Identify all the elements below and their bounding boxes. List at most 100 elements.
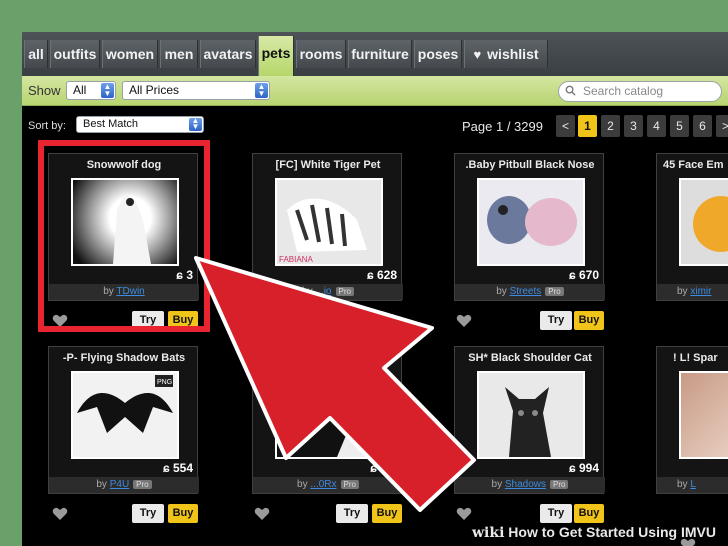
tab-label: men bbox=[164, 46, 194, 62]
tab-avatars[interactable]: avatars bbox=[200, 40, 256, 68]
search-icon bbox=[565, 85, 576, 96]
creator-link[interactable]: ximir bbox=[690, 286, 711, 297]
product-card[interactable]: [FC] White Tiger Pet FABIANA ɕ 628 by ..… bbox=[252, 153, 403, 301]
sort-label: Sort by: bbox=[28, 120, 66, 132]
search-placeholder: Search catalog bbox=[583, 84, 664, 98]
black-cat-image bbox=[505, 387, 551, 457]
tab-label: women bbox=[105, 46, 155, 62]
product-price: ɕ 554 bbox=[163, 461, 193, 475]
price-value: 1,3 bbox=[380, 461, 397, 475]
buy-button[interactable]: Buy bbox=[168, 504, 198, 523]
tab-wishlist[interactable]: ♥ wishlist bbox=[464, 40, 548, 68]
product-thumbnail[interactable] bbox=[477, 178, 585, 266]
page-button-3[interactable]: 3 bbox=[624, 115, 643, 137]
tab-label: pets bbox=[261, 45, 291, 61]
by-label: by bbox=[677, 286, 688, 297]
pitbull-image bbox=[487, 196, 577, 246]
sort-select[interactable]: Best Match ▲ ▼ bbox=[76, 116, 204, 133]
price-value: 628 bbox=[376, 268, 397, 282]
sort-select-value: Best Match bbox=[83, 118, 139, 130]
select-arrows-icon: ▲ ▼ bbox=[255, 83, 268, 98]
by-label: by bbox=[96, 479, 107, 490]
creator-bar: by P4U Pro bbox=[49, 477, 199, 493]
tab-poses[interactable]: poses bbox=[414, 40, 462, 68]
tab-women[interactable]: women bbox=[102, 40, 158, 68]
product-title: ! L! Spar bbox=[673, 352, 718, 364]
page-number: 2 bbox=[607, 119, 614, 133]
next-page-button[interactable]: > bbox=[716, 115, 728, 137]
select-arrows-icon: ▲ ▼ bbox=[101, 83, 114, 98]
tab-label: furniture bbox=[351, 46, 409, 62]
product-title: [FC] White Tiger Pet bbox=[275, 159, 381, 171]
wishlist-heart-icon[interactable] bbox=[456, 507, 472, 521]
try-button[interactable]: Try bbox=[540, 311, 572, 330]
page-number: 6 bbox=[699, 119, 706, 133]
tab-label: rooms bbox=[299, 46, 343, 62]
creator-link[interactable]: P4U bbox=[110, 479, 129, 490]
page-number: 4 bbox=[653, 119, 660, 133]
page-button-4[interactable]: 4 bbox=[647, 115, 666, 137]
product-card[interactable]: 45 Face Em by ximir bbox=[656, 153, 728, 301]
creator-bar: by ...0Rx Pro bbox=[253, 477, 403, 493]
tab-all[interactable]: all bbox=[24, 40, 48, 68]
product-card[interactable]: ɕ 1,3 by ...0Rx Pro bbox=[252, 346, 403, 494]
buy-button[interactable]: Buy bbox=[574, 504, 604, 523]
product-price: ɕ 670 bbox=[569, 268, 599, 282]
product-thumbnail[interactable] bbox=[477, 371, 585, 459]
show-select[interactable]: All ▲ ▼ bbox=[66, 81, 116, 100]
creator-link[interactable]: Shadows bbox=[505, 479, 546, 490]
pro-badge: Pro bbox=[545, 287, 564, 296]
price-select[interactable]: All Prices ▲ ▼ bbox=[122, 81, 270, 100]
page-button-5[interactable]: 5 bbox=[670, 115, 689, 137]
tab-outfits[interactable]: outfits bbox=[50, 40, 100, 68]
product-thumbnail[interactable] bbox=[679, 371, 728, 459]
product-thumbnail[interactable] bbox=[679, 178, 728, 266]
creator-link[interactable]: L bbox=[690, 479, 696, 490]
price-value: 554 bbox=[172, 461, 193, 475]
page-button-6[interactable]: 6 bbox=[693, 115, 712, 137]
credits-icon: ɕ bbox=[162, 461, 170, 475]
try-button[interactable]: Try bbox=[540, 504, 572, 523]
creator-link[interactable]: ...0Rx bbox=[310, 479, 336, 490]
product-price: ɕ 628 bbox=[367, 268, 397, 282]
credits-icon: ɕ bbox=[568, 268, 576, 282]
prev-page-button[interactable]: < bbox=[556, 115, 575, 137]
search-input[interactable]: Search catalog bbox=[558, 81, 722, 102]
credits-icon: ɕ bbox=[568, 461, 576, 475]
creator-link[interactable]: Streets bbox=[510, 286, 542, 297]
product-title: SH* Black Shoulder Cat bbox=[468, 352, 592, 364]
page-button-1[interactable]: 1 bbox=[578, 115, 597, 137]
product-card[interactable]: SH* Black Shoulder Cat ɕ 994 by Shadows P… bbox=[454, 346, 605, 494]
next-label: > bbox=[721, 119, 728, 133]
product-card[interactable]: .Baby Pitbull Black Nose ɕ 670 by Street… bbox=[454, 153, 605, 301]
try-button[interactable]: Try bbox=[132, 504, 164, 523]
article-title: How to Get Started Using IMVU bbox=[508, 524, 716, 540]
tab-pets[interactable]: pets bbox=[258, 36, 294, 76]
buy-button[interactable]: Buy bbox=[574, 311, 604, 330]
tab-label: outfits bbox=[53, 46, 97, 62]
try-button[interactable]: Try bbox=[336, 504, 368, 523]
creator-link[interactable]: ...io bbox=[315, 286, 331, 297]
tab-rooms[interactable]: rooms bbox=[296, 40, 346, 68]
page-button-2[interactable]: 2 bbox=[601, 115, 620, 137]
product-thumbnail[interactable] bbox=[275, 371, 383, 459]
buy-button[interactable]: Buy bbox=[372, 504, 402, 523]
tab-men[interactable]: men bbox=[160, 40, 198, 68]
by-label: by bbox=[297, 479, 308, 490]
by-label: by bbox=[496, 286, 507, 297]
page-number: 5 bbox=[676, 119, 683, 133]
wishlist-heart-icon[interactable] bbox=[456, 314, 472, 328]
wishlist-heart-icon[interactable] bbox=[52, 507, 68, 521]
prev-label: < bbox=[561, 119, 569, 133]
wiki-label: wiki bbox=[472, 525, 505, 541]
product-thumbnail[interactable]: FABIANA bbox=[275, 178, 383, 266]
tab-label: avatars bbox=[203, 46, 253, 62]
pro-badge: Pro bbox=[133, 480, 152, 489]
product-card[interactable]: -P- Flying Shadow Bats PNG ɕ 554 by P4U P… bbox=[48, 346, 199, 494]
tab-furniture[interactable]: furniture bbox=[348, 40, 412, 68]
watermark: FABIANA bbox=[279, 255, 313, 264]
wishlist-heart-icon[interactable] bbox=[254, 507, 270, 521]
product-thumbnail[interactable]: PNG bbox=[71, 371, 179, 459]
product-card[interactable]: ! L! Spar by L bbox=[656, 346, 728, 494]
creator-bar: by ximir bbox=[657, 284, 728, 300]
